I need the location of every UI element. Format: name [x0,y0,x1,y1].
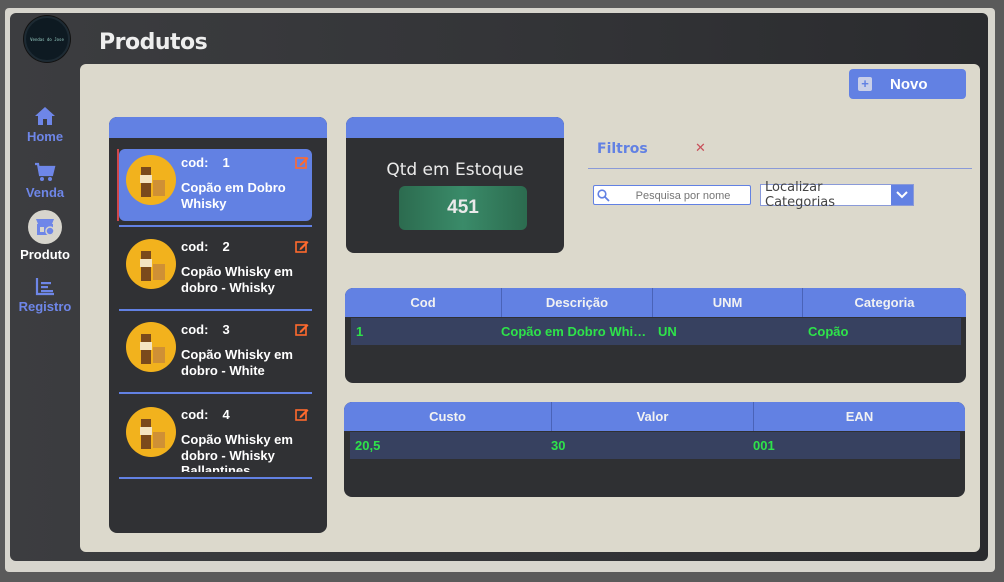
table-header: Cod Descrição UNM Categoria [345,288,966,317]
search-icon [597,189,610,202]
product-thumbnail [126,407,176,457]
edit-icon[interactable] [295,407,309,421]
divider [119,392,312,394]
product-icon [36,219,55,236]
product-list-item[interactable]: cod:2 Copão Whisky em dobro - Whisky Bel… [119,233,312,311]
sidebar-item-home[interactable]: Home [14,106,76,144]
table-header: Custo Valor EAN [344,402,965,431]
sidebar-item-label: Home [26,129,64,144]
column-header-custo[interactable]: Custo [344,402,552,431]
column-header-cod[interactable]: Cod [345,288,502,317]
cell-categoria: Copão [808,324,849,339]
product-list-item[interactable]: cod:3 Copão Whisky em dobro - White Hors… [119,316,312,394]
page-title: Produtos [99,30,208,55]
product-name: Copão Whisky em dobro - White Horse [181,347,293,378]
cell-valor: 30 [551,438,566,453]
divider [119,309,312,311]
edit-icon[interactable] [295,322,309,336]
sidebar-item-label: Registro [18,299,72,314]
stock-value: 451 [399,186,527,230]
product-code: cod: 4 [181,407,230,422]
chart-icon [35,278,54,296]
table-row[interactable]: 1 Copão em Dobro Whisky UN Copão [351,318,961,345]
cell-unm: UN [658,324,677,339]
main-panel: + Novo cod: 1 Copão em Dobro Whisky cod: 2… [80,64,980,552]
selected-marker [117,149,119,221]
divider [119,477,312,479]
stock-label: Qtd em Estoque [386,160,524,180]
search-field[interactable] [593,185,752,205]
product-code: cod: 3 [181,322,230,337]
price-table: Custo Valor EAN 20,5 30 001 [344,402,965,497]
column-header-unm[interactable]: UNM [653,288,803,317]
divider [119,225,312,227]
cell-ean: 001 [753,438,775,453]
product-name: Copão em Dobro Whisky [181,180,286,211]
home-icon [35,107,55,125]
product-code: cod: 1 [181,155,230,170]
plus-icon: + [858,77,872,91]
sidebar-item-label: Venda [25,185,65,200]
stock-card: Qtd em Estoque 451 [346,117,564,253]
column-header-valor[interactable]: Valor [552,402,754,431]
edit-icon[interactable] [295,239,309,253]
product-thumbnail [126,239,176,289]
product-thumbnail [126,322,176,372]
logo: Vendas do Jose [24,16,70,62]
product-table: Cod Descrição UNM Categoria 1 Copão em D… [345,288,966,383]
divider [588,168,972,169]
category-placeholder: Localizar Categorias [765,180,836,210]
cell-cod: 1 [356,324,364,339]
sidebar-item-produto[interactable]: Produto [14,210,76,262]
column-header-ean[interactable]: EAN [754,402,965,431]
product-thumbnail [126,155,176,205]
column-header-descricao[interactable]: Descrição [502,288,653,317]
product-list: cod: 1 Copão em Dobro Whisky cod: 2 Copão … [109,117,327,533]
product-name: Copão Whisky em dobro - Whisky Ballantin… [181,432,293,472]
cell-custo: 20,5 [355,438,381,453]
category-dropdown[interactable]: Localizar Categorias [760,180,914,210]
sidebar-item-registro[interactable]: Registro [14,276,76,314]
cell-descricao: Copão em Dobro Whisky [501,324,652,339]
filters-title: Filtros [597,141,648,157]
column-header-categoria[interactable]: Categoria [803,288,966,317]
product-list-header [109,117,327,138]
sidebar-item-label: Produto [20,247,70,262]
new-product-button[interactable]: + Novo [849,69,966,99]
new-product-label: Novo [890,75,928,93]
stock-card-header [346,117,564,138]
table-row[interactable]: 20,5 30 001 [350,432,960,459]
edit-icon[interactable] [295,155,309,169]
active-indicator [28,210,62,244]
search-input[interactable] [614,187,752,205]
sidebar-item-venda[interactable]: Venda [14,162,76,200]
logo-text: Vendas do Jose [30,36,64,42]
product-list-item[interactable]: cod: 4 Copão Whisky em dobro - Whisky Bal… [119,401,312,479]
product-code: cod: 2 [181,239,230,254]
clear-filters-icon[interactable]: ✕ [695,140,706,156]
cart-icon [35,162,56,181]
product-name: Copão Whisky em dobro - Whisky Bell's [181,264,293,295]
product-list-item[interactable]: cod: 1 Copão em Dobro Whisky [117,149,312,227]
chevron-down-icon[interactable] [891,185,913,205]
